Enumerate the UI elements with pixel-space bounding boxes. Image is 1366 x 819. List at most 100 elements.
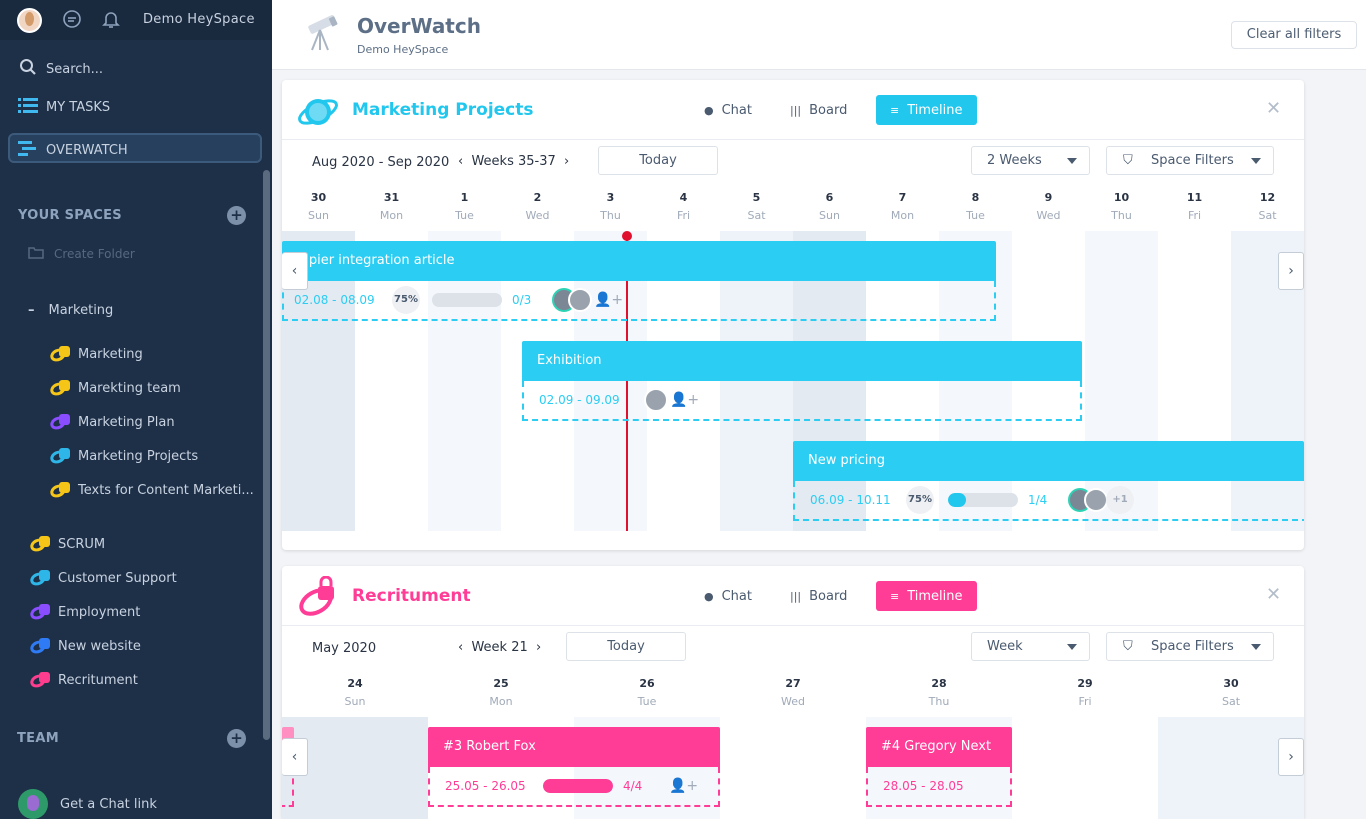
sidebar-search[interactable]: Search... xyxy=(18,58,103,80)
day-name: Mon xyxy=(379,209,404,222)
progress-bar xyxy=(948,493,1018,507)
day-number: 2 xyxy=(533,191,542,204)
tab-timeline[interactable]: ≡ Timeline xyxy=(876,581,977,611)
sidebar-space-item[interactable]: Employment xyxy=(28,602,140,622)
bell-icon[interactable] xyxy=(100,9,122,31)
tab-chat[interactable]: ● Chat xyxy=(690,95,766,125)
task-bar[interactable]: Zapier integration article xyxy=(282,241,996,281)
user-avatar[interactable] xyxy=(17,8,42,33)
period-select[interactable]: Week xyxy=(971,632,1090,661)
telescope-icon xyxy=(302,14,342,54)
sidebar-space-item[interactable]: New website xyxy=(28,636,141,656)
day-number: 4 xyxy=(679,191,688,204)
task-details[interactable]: 02.09 - 09.09 👤+ xyxy=(522,381,1082,421)
week-navigator: ‹ Week 21 › xyxy=(458,640,541,655)
day-name: Sun xyxy=(344,695,366,708)
task-title: #4 Gregory Next xyxy=(881,739,992,754)
space-label: Customer Support xyxy=(58,570,177,586)
day-name: Wed xyxy=(525,209,550,222)
tab-board[interactable]: ||| Board xyxy=(776,95,861,125)
close-icon[interactable]: ✕ xyxy=(1266,584,1281,605)
your-spaces-heading: YOUR SPACES xyxy=(18,208,122,223)
bot-avatar xyxy=(18,789,48,819)
day-header: 30 Sat xyxy=(1158,677,1304,708)
overwatch-row[interactable]: OVERWATCH xyxy=(18,140,128,160)
clear-all-filters-button[interactable]: Clear all filters xyxy=(1231,21,1357,49)
scroll-left-button[interactable]: ‹ xyxy=(282,252,308,290)
prev-week-icon[interactable]: ‹ xyxy=(458,154,463,169)
add-team-button[interactable]: + xyxy=(227,729,246,748)
task-bar[interactable]: #3 Robert Fox xyxy=(428,727,720,767)
sidebar-space-item[interactable]: SCRUM xyxy=(28,534,105,554)
tab-board[interactable]: ||| Board xyxy=(776,581,861,611)
add-user-icon[interactable]: 👤+ xyxy=(669,778,698,794)
overwatch-label: OVERWATCH xyxy=(46,142,128,158)
sidebar-space-item[interactable]: Marketing Plan xyxy=(48,412,175,432)
task-bar[interactable]: Exhibition xyxy=(522,341,1082,381)
next-week-icon[interactable]: › xyxy=(564,154,569,169)
day-header: 27 Wed xyxy=(720,677,866,708)
task-title: Exhibition xyxy=(537,353,602,368)
task-dates: 25.05 - 26.05 xyxy=(445,779,526,793)
weeks-label: Weeks 35-37 xyxy=(471,154,556,169)
assignee-avatar[interactable] xyxy=(1084,488,1108,512)
folder-label: Marketing xyxy=(48,303,114,318)
task-details[interactable]: 06.09 - 10.11 75% 1/4 +1 xyxy=(793,481,1304,521)
period-select[interactable]: 2 Weeks xyxy=(971,146,1090,175)
task-details[interactable]: 28.05 - 28.05 xyxy=(866,767,1012,807)
add-user-icon[interactable]: 👤+ xyxy=(594,292,623,308)
sidebar-space-item[interactable]: Marketing xyxy=(48,344,143,364)
day-name: Mon xyxy=(890,209,915,222)
task-bar[interactable]: New pricing xyxy=(793,441,1304,481)
folder-marketing[interactable]: – Marketing xyxy=(28,303,113,318)
assignee-avatar[interactable] xyxy=(568,288,592,312)
lock-planet-icon xyxy=(296,575,340,620)
day-name: Fri xyxy=(1187,209,1202,222)
assignee-avatar[interactable] xyxy=(644,388,668,412)
today-button[interactable]: Today xyxy=(598,146,718,175)
scroll-left-button[interactable]: ‹ xyxy=(282,738,308,776)
sidebar-item-my-tasks[interactable]: MY TASKS xyxy=(18,97,110,117)
add-space-button[interactable]: + xyxy=(227,206,246,225)
sidebar-space-item[interactable]: Customer Support xyxy=(28,568,177,588)
scroll-right-button[interactable]: › xyxy=(1278,738,1304,776)
day-name: Fri xyxy=(1078,695,1092,708)
day-header: 7 Mon xyxy=(866,191,939,222)
today-button[interactable]: Today xyxy=(566,632,686,661)
sidebar-space-item[interactable]: Recritument xyxy=(28,670,138,690)
add-user-icon[interactable]: 👤+ xyxy=(670,392,699,408)
workspace-name[interactable]: Demo HeySpace xyxy=(143,12,255,27)
chat-icon: ● xyxy=(704,103,714,117)
task-details[interactable]: 25.05 - 26.05 4/4 👤+ xyxy=(428,767,720,807)
task-bar[interactable]: #4 Gregory Next xyxy=(866,727,1012,767)
space-filters-select[interactable]: ⛉ Space Filters xyxy=(1106,146,1274,175)
close-icon[interactable]: ✕ xyxy=(1266,98,1281,119)
create-folder-button[interactable]: Create Folder xyxy=(28,246,135,262)
day-header: 3 Thu xyxy=(574,191,647,222)
day-name: Thu xyxy=(928,695,950,708)
sidebar-space-item[interactable]: Texts for Content Marketi... xyxy=(48,480,254,500)
scroll-right-button[interactable]: › xyxy=(1278,252,1304,290)
chevron-down-icon xyxy=(1251,158,1261,164)
collapse-icon[interactable]: – xyxy=(28,303,35,318)
subtask-count: 0/3 xyxy=(512,293,532,307)
sidebar-space-item[interactable]: Marketing Projects xyxy=(48,446,198,466)
progress-bar xyxy=(543,779,613,793)
chat-icon: ● xyxy=(704,589,714,603)
next-week-icon[interactable]: › xyxy=(536,640,541,655)
sidebar-space-item[interactable]: Marekting team xyxy=(48,378,181,398)
team-heading: TEAM xyxy=(17,731,59,746)
prev-week-icon[interactable]: ‹ xyxy=(458,640,463,655)
day-header: 31 Mon xyxy=(355,191,428,222)
tab-timeline-label: Timeline xyxy=(907,102,963,118)
sidebar-scrollbar[interactable] xyxy=(263,170,270,740)
day-number: 7 xyxy=(898,191,907,204)
tab-chat[interactable]: ● Chat xyxy=(690,581,766,611)
space-filters-select[interactable]: ⛉ Space Filters xyxy=(1106,632,1274,661)
period-select-value: Week xyxy=(987,639,1023,654)
tab-timeline[interactable]: ≡ Timeline xyxy=(876,95,977,125)
chat-bubble-icon[interactable] xyxy=(61,9,83,31)
more-assignees-badge[interactable]: +1 xyxy=(1106,486,1134,514)
task-details[interactable]: 02.08 - 08.09 75% 0/3 👤+ xyxy=(282,281,996,321)
get-chat-link[interactable]: Get a Chat link xyxy=(18,789,157,819)
